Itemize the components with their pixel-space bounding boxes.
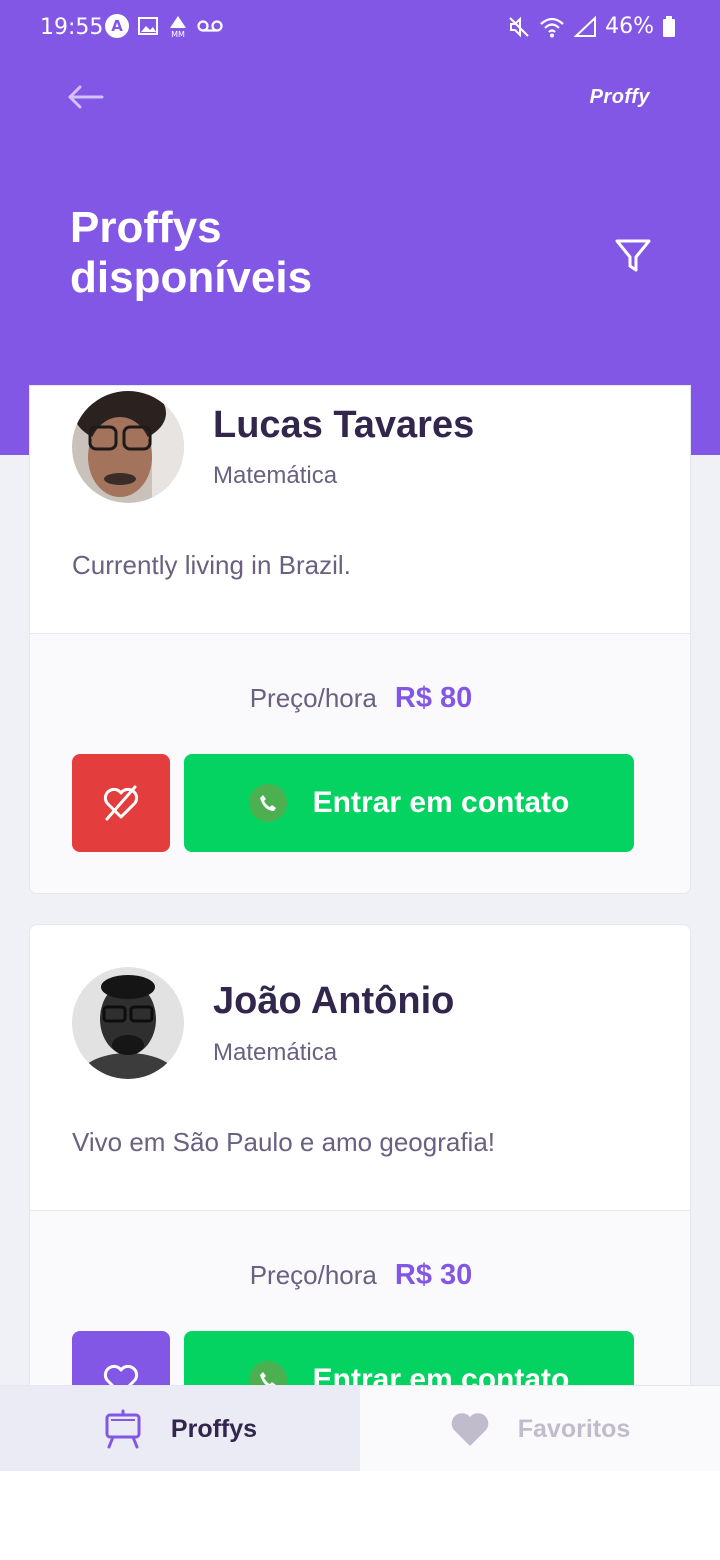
contact-button[interactable]: Entrar em contato [184,754,634,852]
teacher-card: João Antônio Matemática Vivo em São Paul… [29,924,691,1424]
tab-favoritos[interactable]: Favoritos [360,1386,720,1472]
battery-percent: 46% [605,14,654,39]
status-time: 19:55 [40,15,104,40]
tab-proffys[interactable]: Proffys [0,1386,360,1472]
system-nav-area [0,1471,720,1560]
svg-text:MM: MM [171,30,185,38]
card-footer: Preço/hora R$ 80 Entrar em contato [30,633,690,893]
avatar [72,391,184,503]
teacher-name: João Antônio [213,980,455,1022]
brand-logo: Proffy [589,86,650,108]
wifi-icon [540,17,564,37]
image-icon [138,17,158,35]
status-bar: 19:55 A MM 46% [0,0,720,56]
filter-icon[interactable] [612,236,654,276]
tab-proffys-label: Proffys [170,1414,258,1443]
teacher-subject: Matemática [213,462,338,489]
teacher-bio: Currently living in Brazil. [72,550,351,580]
easel-icon [105,1409,141,1449]
price-row: Preço/hora R$ 80 [30,682,690,715]
teacher-name: Lucas Tavares [213,404,475,446]
price-row: Preço/hora R$ 30 [30,1259,690,1292]
price-label: Preço/hora [249,1260,377,1290]
app-a-icon: A [105,14,129,38]
teacher-bio: Vivo em São Paulo e amo geografia! [72,1127,496,1157]
tab-favoritos-label: Favoritos [517,1414,631,1443]
signal-icon [573,15,597,37]
contact-label: Entrar em contato [312,786,570,819]
page-title: Proffys disponíveis [70,203,313,302]
heart-off-icon [103,785,139,821]
teacher-card: Lucas Tavares Matemática Currently livin… [29,385,691,894]
battery-icon [663,15,675,37]
mm-icon: MM [170,16,186,38]
price-label: Preço/hora [249,683,377,713]
unfavorite-button[interactable] [72,754,170,852]
heart-icon [451,1413,489,1446]
teacher-subject: Matemática [213,1039,338,1066]
bottom-tab-bar: Proffys Favoritos [0,1385,720,1472]
voicemail-icon [197,20,223,32]
whatsapp-icon [248,784,287,822]
mute-icon [509,16,529,37]
price-value: R$ 80 [394,682,473,714]
avatar [72,967,184,1079]
price-value: R$ 30 [394,1259,473,1291]
back-arrow-icon[interactable] [66,82,106,112]
